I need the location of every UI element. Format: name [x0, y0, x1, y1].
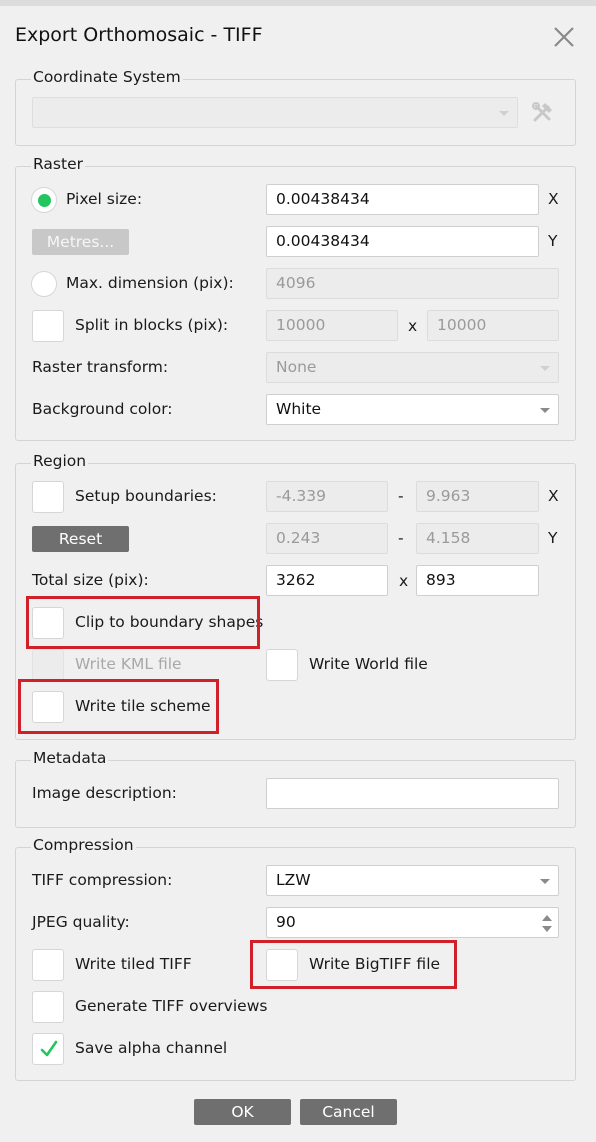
spin-down-icon[interactable]: [542, 926, 552, 932]
image-description-input[interactable]: [266, 778, 559, 809]
max-dimension-input[interactable]: 4096: [266, 268, 559, 299]
background-color-label: Background color:: [32, 400, 173, 418]
tiff-compression-label: TIFF compression:: [32, 871, 173, 889]
total-width-input[interactable]: 3262: [266, 565, 388, 596]
compression-legend: Compression: [31, 836, 136, 854]
jpeg-quality-label: JPEG quality:: [32, 913, 130, 931]
setup-boundaries-checkbox[interactable]: [32, 481, 64, 513]
title-bar-strip: [0, 0, 596, 6]
split-blocks-label: Split in blocks (pix):: [75, 316, 229, 334]
pixel-size-label: Pixel size:: [66, 190, 143, 208]
tiff-compression-value: LZW: [276, 871, 311, 889]
highlight-box-bigtiff: [250, 940, 457, 989]
max-dimension-radio[interactable]: [31, 271, 57, 297]
axis-y-label: Y: [548, 232, 558, 250]
cancel-button[interactable]: Cancel: [300, 1099, 397, 1125]
export-orthomosaic-dialog: Export Orthomosaic - TIFF Coordinate Sys…: [0, 0, 596, 1142]
write-kml-checkbox[interactable]: [32, 649, 64, 681]
pixel-size-radio[interactable]: [31, 187, 57, 213]
y-min-input[interactable]: 0.243: [266, 523, 388, 554]
times-label: x: [408, 317, 418, 335]
save-alpha-checkbox[interactable]: [32, 1033, 64, 1065]
metadata-legend: Metadata: [31, 749, 109, 767]
chevron-down-icon: [540, 408, 550, 413]
background-color-select[interactable]: White: [266, 394, 559, 425]
background-color-value: White: [276, 400, 322, 418]
metres-button[interactable]: Metres...: [32, 229, 129, 255]
setup-boundaries-label: Setup boundaries:: [75, 487, 217, 505]
write-world-checkbox[interactable]: [266, 649, 298, 681]
image-description-label: Image description:: [32, 784, 177, 802]
chevron-down-icon: [540, 879, 550, 884]
range-dash: -: [398, 529, 404, 547]
range-dash: -: [398, 487, 404, 505]
coordinate-system-select[interactable]: [32, 97, 518, 128]
wrench-hammer-icon[interactable]: [530, 100, 556, 124]
generate-overviews-label: Generate TIFF overviews: [75, 997, 268, 1015]
raster-transform-label: Raster transform:: [32, 358, 169, 376]
dialog-title: Export Orthomosaic - TIFF: [15, 24, 263, 46]
raster-transform-value: None: [276, 358, 317, 376]
raster-transform-select[interactable]: None: [266, 352, 559, 383]
pixel-size-x-input[interactable]: 0.00438434: [266, 184, 539, 215]
raster-legend: Raster: [31, 155, 85, 173]
radio-selected-dot: [38, 194, 51, 207]
ok-button[interactable]: OK: [194, 1099, 291, 1125]
region-legend: Region: [31, 452, 89, 470]
tiff-compression-select[interactable]: LZW: [266, 865, 559, 896]
write-world-label: Write World file: [309, 655, 428, 673]
axis-y-label: Y: [548, 529, 558, 547]
save-alpha-label: Save alpha channel: [75, 1039, 228, 1057]
times-label: x: [399, 572, 409, 590]
spin-up-icon[interactable]: [542, 915, 552, 921]
checkmark-icon: [40, 1040, 58, 1057]
y-max-input[interactable]: 4.158: [416, 523, 539, 554]
reset-button[interactable]: Reset: [32, 526, 129, 552]
chevron-down-icon: [540, 366, 550, 371]
generate-overviews-checkbox[interactable]: [32, 991, 64, 1023]
total-size-label: Total size (pix):: [32, 571, 149, 589]
axis-x-label: X: [548, 487, 559, 505]
write-tiled-tiff-label: Write tiled TIFF: [75, 955, 192, 973]
write-tiled-tiff-checkbox[interactable]: [32, 949, 64, 981]
highlight-box-tile-scheme: [18, 679, 219, 734]
split-blocks-checkbox[interactable]: [32, 310, 64, 342]
pixel-size-y-input[interactable]: 0.00438434: [266, 226, 539, 257]
split-y-input[interactable]: 10000: [427, 310, 559, 341]
write-kml-label: Write KML file: [75, 655, 182, 673]
x-min-input[interactable]: -4.339: [266, 481, 388, 512]
highlight-box-clip: [26, 596, 260, 649]
x-max-input[interactable]: 9.963: [416, 481, 539, 512]
split-x-input[interactable]: 10000: [266, 310, 398, 341]
jpeg-quality-spinbox[interactable]: 90: [266, 907, 559, 938]
close-icon[interactable]: [551, 24, 577, 50]
chevron-down-icon: [499, 111, 509, 116]
total-height-input[interactable]: 893: [416, 565, 539, 596]
axis-x-label: X: [548, 190, 559, 208]
max-dimension-label: Max. dimension (pix):: [66, 274, 234, 292]
coordinate-system-legend: Coordinate System: [31, 68, 183, 86]
jpeg-quality-value: 90: [276, 913, 296, 931]
